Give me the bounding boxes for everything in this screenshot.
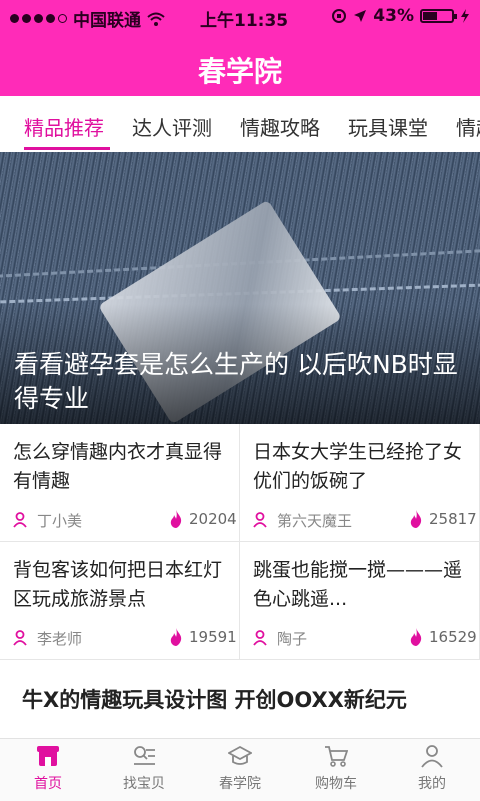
tab-featured[interactable]: 精品推荐 [24, 112, 104, 141]
status-time: 上午11:35 [200, 11, 289, 31]
active-tab-indicator [24, 147, 110, 150]
tabbar-label: 春学院 [219, 776, 261, 792]
graduation-cap-icon [228, 745, 252, 765]
flame-icon [170, 628, 182, 646]
app-header: 中国联通 上午11:35 43% 春学院 [0, 0, 480, 96]
article-title: 跳蛋也能搅一搅———遥色心跳遥... [253, 559, 463, 610]
article-author: 李老师 [37, 630, 83, 648]
article-hot-count: 25817 [429, 510, 477, 528]
article-author: 第六天魔王 [277, 512, 353, 530]
article-title: 怎么穿情趣内衣才真显得有情趣 [13, 441, 223, 492]
page-title: 春学院 [197, 55, 282, 88]
charging-icon [461, 9, 469, 23]
battery-percent: 43% [373, 6, 414, 26]
tabbar-label: 首页 [34, 776, 62, 792]
next-article-title[interactable]: 牛X的情趣玩具设计图 开创OOXX新纪元 [22, 684, 407, 714]
article-card[interactable]: 怎么穿情趣内衣才真显得有情趣 丁小美 20204 [0, 424, 240, 542]
flame-icon [410, 510, 422, 528]
cart-icon [325, 746, 348, 767]
hero-banner[interactable]: 看看避孕套是怎么生产的 以后吹NB时显得专业 [0, 152, 480, 424]
tabbar-find[interactable]: 找宝贝 [96, 739, 192, 801]
article-meta: 陶子 16529 [253, 628, 479, 648]
article-author: 丁小美 [37, 512, 83, 530]
article-hot-count: 20204 [189, 510, 237, 528]
article-grid: 怎么穿情趣内衣才真显得有情趣 丁小美 20204 日本女大学生已经抢了女优们的饭… [0, 424, 480, 660]
user-icon [13, 630, 27, 646]
status-right: 43% [331, 6, 470, 26]
carrier-label: 中国联通 [73, 11, 141, 31]
location-icon [354, 10, 367, 22]
tabbar-profile[interactable]: 我的 [384, 739, 480, 801]
tab-more[interactable]: 情趣 [456, 112, 480, 141]
wifi-icon [147, 12, 165, 26]
tabbar-home[interactable]: 首页 [0, 739, 96, 801]
article-meta: 丁小美 20204 [13, 510, 239, 530]
tabbar-academy[interactable]: 春学院 [192, 739, 288, 801]
user-icon [253, 512, 267, 528]
tab-guide[interactable]: 情趣攻略 [240, 112, 320, 141]
article-hot-count: 16529 [429, 628, 477, 646]
orientation-lock-icon [332, 9, 347, 23]
tabbar-cart[interactable]: 购物车 [288, 739, 384, 801]
tab-toy-class[interactable]: 玩具课堂 [348, 112, 428, 141]
article-meta: 李老师 19591 [13, 628, 239, 648]
flame-icon [410, 628, 422, 646]
hero-caption: 看看避孕套是怎么生产的 以后吹NB时显得专业 [14, 350, 458, 413]
bottom-tab-bar: 首页 找宝贝 春学院 购物车 我的 [0, 738, 480, 801]
article-title: 背包客该如何把日本红灯区玩成旅游景点 [13, 559, 223, 610]
home-store-icon [37, 746, 59, 766]
tab-expert-review[interactable]: 达人评测 [132, 112, 212, 141]
user-icon [421, 745, 443, 768]
article-card[interactable]: 日本女大学生已经抢了女优们的饭碗了 第六天魔王 25817 [240, 424, 480, 542]
flame-icon [170, 510, 182, 528]
article-meta: 第六天魔王 25817 [253, 510, 479, 530]
tabbar-label: 找宝贝 [123, 776, 165, 792]
signal-icon [10, 14, 67, 23]
status-left: 中国联通 [10, 6, 165, 31]
battery-icon [420, 9, 457, 23]
article-title: 日本女大学生已经抢了女优们的饭碗了 [253, 441, 463, 492]
user-icon [13, 512, 27, 528]
article-author: 陶子 [277, 630, 308, 648]
user-icon [253, 630, 267, 646]
article-hot-count: 19591 [189, 628, 237, 646]
category-tabs: 精品推荐 达人评测 情趣攻略 玩具课堂 情趣 [0, 96, 480, 153]
tabbar-label: 我的 [418, 776, 446, 792]
search-list-icon [134, 746, 155, 765]
article-card[interactable]: 背包客该如何把日本红灯区玩成旅游景点 李老师 19591 [0, 542, 240, 660]
status-bar: 中国联通 上午11:35 43% [0, 0, 480, 32]
tabbar-label: 购物车 [315, 776, 357, 792]
article-card[interactable]: 跳蛋也能搅一搅———遥色心跳遥... 陶子 16529 [240, 542, 480, 660]
